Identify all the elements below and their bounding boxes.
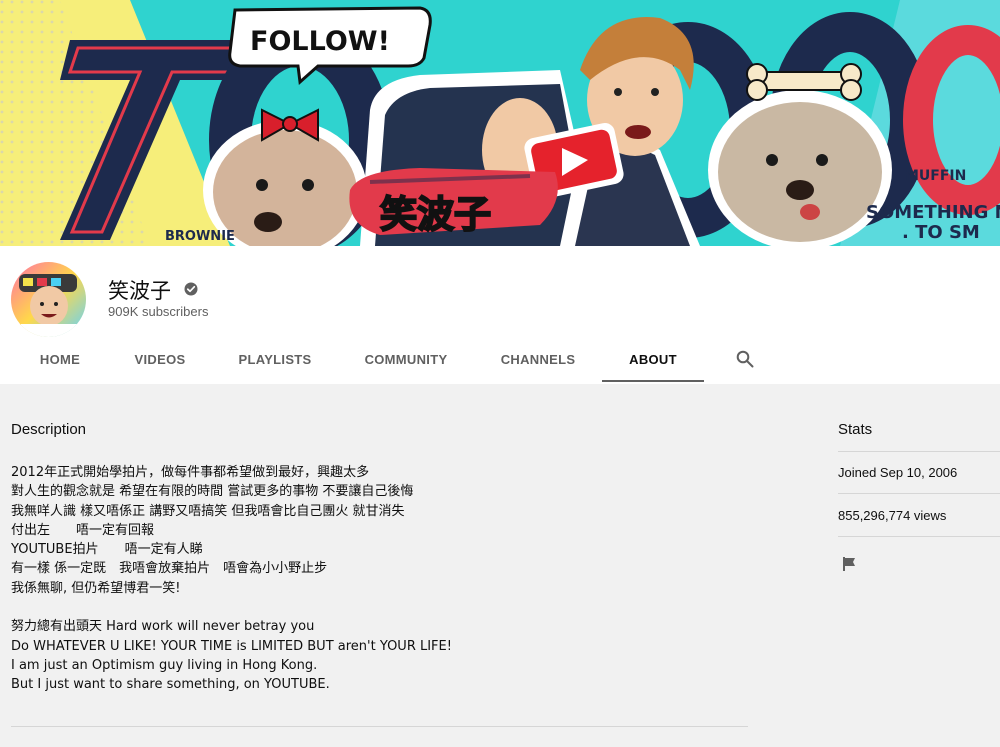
channel-avatar[interactable] bbox=[11, 262, 86, 337]
stats-divider bbox=[838, 451, 1000, 452]
channel-tabs: HOME VIDEOS PLAYLISTS COMMUNITY CHANNELS… bbox=[0, 336, 1000, 384]
avatar-image bbox=[11, 262, 86, 337]
description-heading: Description bbox=[11, 421, 87, 438]
joined-date: Joined Sep 10, 2006 bbox=[838, 465, 958, 480]
tab-about[interactable]: ABOUT bbox=[602, 336, 704, 384]
tab-playlists[interactable]: PLAYLISTS bbox=[224, 336, 326, 384]
tab-home[interactable]: HOME bbox=[24, 336, 96, 384]
description-divider bbox=[11, 726, 748, 727]
subscriber-count: 909K subscribers bbox=[108, 304, 209, 319]
banner-logo: 笑波子 bbox=[349, 168, 558, 237]
banner-tagline-2: . TO SM bbox=[902, 222, 980, 243]
channel-header: 笑波子 909K subscribers HOME VIDEOS PLAYLIS… bbox=[0, 246, 1000, 384]
right-dog-name: MUFFIN bbox=[905, 168, 966, 184]
verified-check-icon bbox=[184, 282, 198, 296]
search-icon[interactable] bbox=[736, 350, 754, 368]
tab-videos[interactable]: VIDEOS bbox=[120, 336, 200, 384]
follow-text: FOLLOW! bbox=[250, 26, 390, 57]
banner-art: FOLLOW! BROWNIE 笑波子 MUFFIN SOMETHING N .… bbox=[0, 0, 1000, 246]
channel-name[interactable]: 笑波子 bbox=[108, 275, 171, 305]
channel-banner: FOLLOW! BROWNIE 笑波子 MUFFIN SOMETHING N .… bbox=[0, 0, 1000, 246]
tab-community[interactable]: COMMUNITY bbox=[350, 336, 462, 384]
left-dog-name: BROWNIE bbox=[165, 229, 235, 244]
stats-heading: Stats bbox=[838, 421, 873, 438]
stats-divider bbox=[838, 536, 1000, 537]
about-section: Description 2012年正式開始學拍片，做每件事都希望做到最好，興趣太… bbox=[0, 384, 1000, 747]
view-count: 855,296,774 views bbox=[838, 508, 947, 523]
stats-divider bbox=[838, 493, 1000, 494]
description-text: 2012年正式開始學拍片，做每件事都希望做到最好，興趣太多 對人生的觀念就是 希… bbox=[11, 465, 452, 693]
tab-channels[interactable]: CHANNELS bbox=[486, 336, 590, 384]
flag-icon[interactable] bbox=[842, 556, 858, 572]
banner-logo-text: 笑波子 bbox=[380, 193, 491, 236]
banner-tagline-1: SOMETHING N bbox=[866, 202, 1000, 223]
